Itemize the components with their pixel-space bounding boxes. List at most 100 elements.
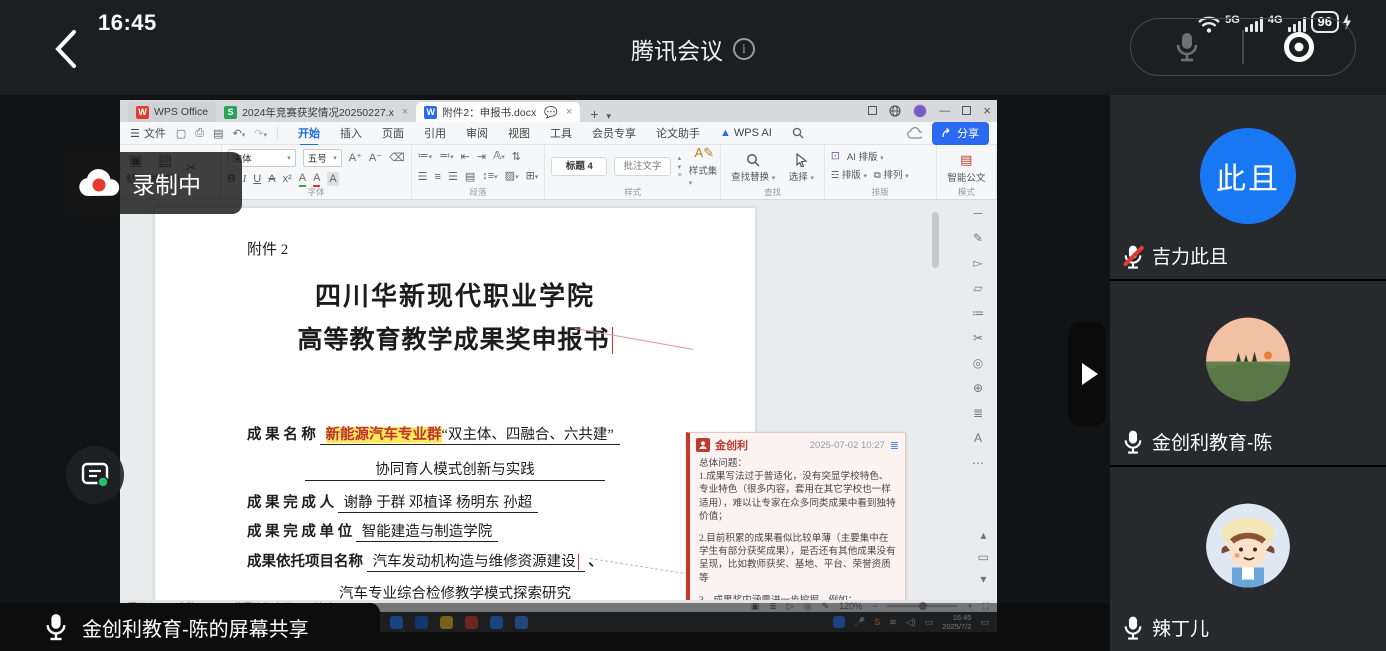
participant-tile[interactable]: 辣丁儿 [1110, 467, 1386, 651]
tab-member[interactable]: 会员专享 [592, 125, 636, 141]
participant-tile[interactable]: 金创利教育-陈 [1110, 281, 1386, 465]
shrink-font-icon[interactable]: A⁻ [369, 151, 382, 165]
prev-page-icon[interactable]: ▴ [980, 528, 986, 542]
vertical-scrollbar[interactable] [932, 212, 939, 268]
style-more-icon[interactable]: ≡ [678, 172, 682, 179]
scissors-icon[interactable]: ✂ [973, 331, 983, 345]
char-shading-icon[interactable]: A [327, 172, 338, 186]
numbered-list-icon[interactable]: ≕▾ [439, 149, 454, 165]
close-tab-icon[interactable]: × [566, 106, 572, 118]
sticky-note-icon[interactable]: ≔ [972, 306, 984, 320]
minimize-icon[interactable]: — [939, 105, 950, 117]
tab-tools[interactable]: 工具 [550, 125, 572, 141]
font-size-select[interactable]: 五号▾ [303, 149, 342, 167]
close-icon[interactable]: × [983, 103, 991, 118]
ai-layout-button[interactable]: AI 排版 ▾ [847, 149, 884, 163]
align-center-icon[interactable]: ≡ [435, 170, 441, 184]
style-heading4[interactable]: 标题 4 [551, 157, 607, 176]
ai-layout-icon: ⊡ [831, 149, 840, 163]
tab-page[interactable]: 页面 [382, 125, 404, 141]
strikethrough-button[interactable]: A [268, 172, 275, 186]
find-replace-button[interactable]: 查找替换 ▾ [731, 149, 775, 187]
style-comment-text[interactable]: 批注文字 [614, 157, 670, 176]
info-icon[interactable]: i [733, 38, 755, 60]
new-tab-icon[interactable]: + [590, 106, 598, 122]
location-icon[interactable]: ⊕ [973, 381, 983, 395]
tab-review[interactable]: 审阅 [466, 125, 488, 141]
underline-button[interactable]: U [253, 172, 261, 186]
style-set-button[interactable]: A✎样式集 ▾ [689, 145, 720, 188]
tab-wps-ai[interactable]: ▲ WPS AI [720, 127, 772, 139]
ruler-icon[interactable]: ─ [974, 206, 983, 220]
align-right-icon[interactable]: ☰ [448, 170, 458, 184]
wps-sheet-tab[interactable]: S 2024年竞赛获奖情况20250227.x× [216, 102, 416, 122]
field-result-name-line2: 协同育人模式创新与实践 [155, 458, 755, 481]
cloud-sync-icon[interactable] [907, 127, 922, 139]
tab-insert[interactable]: 插入 [340, 125, 362, 141]
share-button[interactable]: 分享 [932, 122, 989, 145]
account-avatar[interactable] [913, 104, 927, 118]
outdent-icon[interactable]: ⇤ [461, 150, 470, 164]
bullet-list-icon[interactable]: ≔▾ [418, 149, 433, 165]
align-left-icon[interactable]: ☰ [418, 170, 428, 184]
close-tab-icon[interactable]: × [402, 106, 408, 118]
right-tool-strip: ─ ✎ ▻ ▱ ≔ ✂ ◎ ⊕ ≣ A ⋯ [963, 206, 993, 470]
next-page-icon[interactable]: ▾ [980, 572, 986, 586]
tab-paper-helper[interactable]: 论文助手 [656, 125, 700, 141]
tab-home[interactable]: 开始 [298, 125, 320, 141]
italic-button[interactable]: I [243, 172, 247, 186]
back-icon[interactable] [50, 28, 80, 70]
globe-icon[interactable] [889, 105, 901, 117]
tab-reference[interactable]: 引用 [424, 125, 446, 141]
smart-doc-button[interactable]: ▤ 智能公文 [947, 149, 985, 187]
format-painter-icon[interactable]: ▤ [213, 127, 223, 140]
document-page[interactable]: 附件 2 四川华新现代职业学院 高等教育教学成果奖申报书 成 果 名 称 新能源… [155, 208, 755, 600]
sort-icon[interactable]: ⇅ [512, 150, 521, 164]
line-spacing-icon[interactable]: ↕≡▾ [482, 169, 497, 185]
camera-toggle[interactable] [1244, 30, 1355, 64]
comment-author: 金创利 [715, 437, 748, 453]
shapes-icon[interactable]: ▱ [973, 281, 982, 295]
undo-icon[interactable]: ↶▾ [233, 127, 246, 140]
save-icon[interactable]: ▢ [176, 127, 186, 140]
help-icon[interactable]: ◎ [973, 356, 983, 370]
pen-icon[interactable]: ✎ [973, 231, 983, 245]
participant-name: 金创利教育-陈 [1152, 428, 1272, 455]
indent-icon[interactable]: ⇥ [477, 150, 486, 164]
clear-format-icon[interactable]: ⌫ [389, 151, 405, 165]
participant-tile[interactable]: 此且 吉力此且 [1110, 95, 1386, 279]
arrange-button[interactable]: ⧉ 排列 ▾ [874, 167, 909, 181]
tab-list-chevron-icon[interactable]: ▾ [607, 111, 612, 122]
outline-icon[interactable]: ≣ [973, 406, 983, 420]
select-button[interactable]: 选择 ▾ [789, 149, 814, 187]
select-tool-icon[interactable]: ▻ [973, 256, 982, 270]
field-project: 成果依托项目名称 汽车发动机构造与维修资源建设 、 [247, 550, 603, 571]
wps-doc-tab-active[interactable]: W 附件2：申报书.docx 💬 × [416, 102, 580, 122]
border-icon[interactable]: ⊞▾ [526, 169, 539, 185]
text-effects-icon[interactable]: 𝔸▾ [493, 149, 505, 165]
more-tools-icon[interactable]: ⋯ [972, 456, 984, 470]
workspace-icon[interactable] [868, 106, 877, 115]
mic-toggle[interactable] [1131, 31, 1242, 63]
grow-font-icon[interactable]: A⁺ [349, 151, 362, 165]
sidebar-expand-button[interactable] [1068, 322, 1106, 426]
chat-button[interactable] [66, 446, 124, 504]
redo-icon[interactable]: ↷▾ [254, 127, 267, 140]
wps-menu-bar: ☰ 文件 ▢ ⎙ ▤ ↶▾ ↷▾ 开始 插入 页面 引用 审阅 视图 工具 会员… [120, 122, 997, 145]
superscript-icon[interactable]: x² [283, 172, 292, 186]
font-color-button[interactable]: A [313, 171, 320, 187]
justify-icon[interactable]: ▤ [465, 170, 475, 184]
print-icon[interactable]: ⎙ [195, 127, 204, 140]
style-scroll-down-icon[interactable]: ▾ [678, 163, 682, 171]
comment-menu-icon[interactable]: ≣ [890, 439, 899, 452]
highlight-color-button[interactable]: A [299, 171, 306, 187]
tab-view[interactable]: 视图 [508, 125, 530, 141]
layout-button[interactable]: ☲ 排版 ▾ [831, 167, 867, 181]
shading-icon[interactable]: ▨▾ [505, 169, 519, 185]
font-tool-icon[interactable]: A [974, 431, 982, 445]
wps-home-tab[interactable]: W WPS Office [128, 102, 216, 122]
restore-icon[interactable] [962, 106, 971, 115]
file-menu[interactable]: ☰ 文件 [120, 125, 176, 141]
search-icon[interactable] [792, 127, 804, 139]
style-scroll-up-icon[interactable]: ▴ [678, 154, 682, 162]
